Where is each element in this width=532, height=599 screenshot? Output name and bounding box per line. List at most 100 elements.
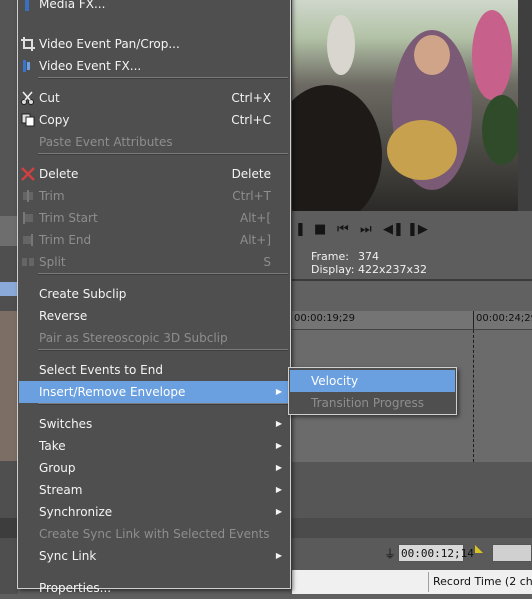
menu-separator bbox=[38, 349, 288, 351]
media-fx-icon bbox=[20, 0, 36, 12]
ruler-tick-mark bbox=[473, 311, 474, 329]
menu-item-label: Trim End bbox=[39, 233, 92, 247]
menu-item-label: Video Event FX... bbox=[39, 59, 142, 73]
event-context-menu: Media FX... Video Event Pan/Crop... Video … bbox=[17, 0, 291, 595]
menu-item-label: Paste Event Attributes bbox=[39, 135, 173, 149]
submenu-arrow-icon: ▶ bbox=[275, 387, 282, 396]
menu-item-shortcut: S bbox=[263, 255, 271, 269]
menu-item-shortcut: Ctrl+C bbox=[231, 113, 271, 127]
left-panel-edge bbox=[0, 0, 18, 594]
display-label: Display: bbox=[311, 263, 355, 276]
menu-item-label: Trim bbox=[39, 189, 65, 203]
go-to-end-icon[interactable]: ⏭ bbox=[360, 223, 372, 237]
next-frame-icon[interactable]: ❚▶ bbox=[407, 223, 428, 237]
submenu-item-transition-progress: Transition Progress bbox=[290, 392, 455, 414]
menu-item-label: Delete bbox=[39, 167, 79, 181]
menu-item-reverse[interactable]: Reverse bbox=[19, 305, 289, 327]
delete-x-icon bbox=[20, 166, 36, 182]
selection-length-field[interactable] bbox=[492, 544, 532, 562]
timeline-header bbox=[292, 281, 532, 311]
menu-item-label: Take bbox=[39, 439, 66, 453]
menu-item-label: Insert/Remove Envelope bbox=[39, 385, 186, 399]
menu-item-properties[interactable]: Properties... bbox=[19, 577, 289, 599]
menu-item-select-events-to-end[interactable]: Select Events to End bbox=[19, 359, 289, 381]
timeline-scrollbar[interactable] bbox=[292, 518, 532, 538]
menu-item-label: Create Subclip bbox=[39, 287, 127, 301]
cursor-timecode[interactable]: 00:00:12;14 bbox=[398, 544, 474, 562]
menu-item-label: Copy bbox=[39, 113, 70, 127]
menu-item-label: Stream bbox=[39, 483, 83, 497]
frame-value: 374 bbox=[358, 250, 379, 263]
menu-item-shortcut: Ctrl+T bbox=[232, 189, 271, 203]
scissors-icon bbox=[20, 90, 36, 106]
menu-item-create-sync-link-with-selected-events: Create Sync Link with Selected Events bbox=[19, 523, 289, 545]
menu-item-trim-end: Trim End Alt+] bbox=[19, 229, 289, 251]
menu-item-paste-event-attributes: Paste Event Attributes bbox=[19, 131, 289, 153]
menu-item-delete[interactable]: Delete Delete bbox=[19, 163, 289, 185]
stop-icon[interactable]: ■ bbox=[314, 223, 326, 237]
menu-item-synchronize[interactable]: Synchronize ▶ bbox=[19, 501, 289, 523]
menu-item-video-event-pan-crop[interactable]: Video Event Pan/Crop... bbox=[19, 33, 289, 55]
submenu-arrow-icon: ▶ bbox=[275, 463, 282, 472]
menu-separator bbox=[38, 153, 288, 155]
submenu-arrow-icon: ▶ bbox=[275, 551, 282, 560]
frame-label: Frame: bbox=[311, 250, 349, 263]
menu-item-label: Synchronize bbox=[39, 505, 113, 519]
envelope-submenu: Velocity Transition Progress bbox=[288, 367, 457, 415]
menu-separator bbox=[38, 403, 288, 405]
menu-item-shortcut: Delete bbox=[231, 167, 271, 181]
menu-separator bbox=[38, 77, 288, 79]
preview-info: Frame: 374 Display: 422x237x32 bbox=[292, 249, 532, 279]
trim-start-icon bbox=[20, 210, 36, 226]
menu-item-pair-as-stereoscopic-3d-subclip: Pair as Stereoscopic 3D Subclip bbox=[19, 327, 289, 349]
menu-item-label: Group bbox=[39, 461, 76, 475]
timeline-ruler[interactable]: 00:00:19;29 00:00:24;29 bbox=[292, 311, 532, 330]
menu-item-media-fx[interactable]: Media FX... bbox=[19, 0, 289, 15]
copy-icon bbox=[20, 112, 36, 128]
menu-item-copy[interactable]: Copy Ctrl+C bbox=[19, 109, 289, 131]
menu-item-shortcut: Ctrl+X bbox=[231, 91, 271, 105]
cursor-marker-icon: ⏚ bbox=[384, 547, 397, 561]
menu-item-label: Properties... bbox=[39, 581, 112, 595]
menu-item-label: Switches bbox=[39, 417, 93, 431]
ruler-tick-label: 00:00:19;29 bbox=[294, 313, 356, 324]
menu-item-create-subclip[interactable]: Create Subclip bbox=[19, 283, 289, 305]
ruler-tick-label: 00:00:24;29 bbox=[476, 313, 532, 324]
submenu-arrow-icon: ▶ bbox=[275, 419, 282, 428]
menu-item-trim: Trim Ctrl+T bbox=[19, 185, 289, 207]
menu-item-label: Sync Link bbox=[39, 549, 97, 563]
split-icon bbox=[20, 254, 36, 270]
transport-controls: ❚ ■ ⏮ ⏭ ◀❚ ❚▶ bbox=[292, 211, 532, 249]
audio-track[interactable] bbox=[292, 462, 532, 518]
preview-side-bar bbox=[518, 0, 532, 211]
menu-item-video-event-fx[interactable]: Video Event FX... bbox=[19, 55, 289, 77]
menu-item-switches[interactable]: Switches ▶ bbox=[19, 413, 289, 435]
menu-item-take[interactable]: Take ▶ bbox=[19, 435, 289, 457]
loop-region-icon bbox=[475, 545, 483, 553]
menu-item-sync-link[interactable]: Sync Link ▶ bbox=[19, 545, 289, 567]
menu-item-label: Split bbox=[39, 255, 66, 269]
submenu-item-label: Transition Progress bbox=[311, 396, 425, 410]
menu-item-label: Pair as Stereoscopic 3D Subclip bbox=[39, 331, 228, 345]
submenu-item-label: Velocity bbox=[311, 374, 359, 388]
submenu-item-velocity[interactable]: Velocity bbox=[290, 370, 455, 392]
go-to-start-icon[interactable]: ⏮ bbox=[337, 223, 349, 237]
previous-frame-icon[interactable]: ◀❚ bbox=[383, 223, 404, 237]
pause-icon[interactable]: ❚ bbox=[295, 223, 306, 237]
menu-item-shortcut: Alt+[ bbox=[240, 211, 271, 225]
crop-icon bbox=[20, 36, 36, 52]
menu-item-label: Trim Start bbox=[39, 211, 98, 225]
submenu-arrow-icon: ▶ bbox=[275, 441, 282, 450]
menu-item-insert-remove-envelope[interactable]: Insert/Remove Envelope ▶ bbox=[19, 381, 289, 403]
menu-item-shortcut: Alt+] bbox=[240, 233, 271, 247]
menu-item-stream[interactable]: Stream ▶ bbox=[19, 479, 289, 501]
menu-item-label: Media FX... bbox=[39, 0, 106, 11]
trim-icon bbox=[20, 188, 36, 204]
display-value: 422x237x32 bbox=[358, 263, 428, 276]
menu-item-cut[interactable]: Cut Ctrl+X bbox=[19, 87, 289, 109]
record-time-status: Record Time (2 chann bbox=[428, 572, 532, 592]
menu-item-label: Create Sync Link with Selected Events bbox=[39, 527, 270, 541]
menu-item-group[interactable]: Group ▶ bbox=[19, 457, 289, 479]
submenu-arrow-icon: ▶ bbox=[275, 485, 282, 494]
menu-item-label: Video Event Pan/Crop... bbox=[39, 37, 180, 51]
